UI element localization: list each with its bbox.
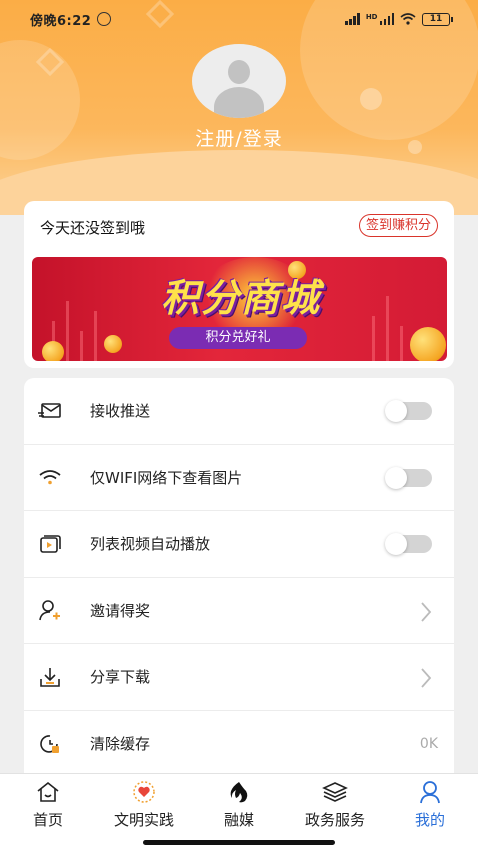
banner-decoration: [400, 326, 403, 361]
avatar-head: [228, 60, 250, 84]
status-bar: 傍晚6:22 HD 11: [0, 0, 478, 38]
login-register-link[interactable]: 注册/登录: [0, 124, 478, 151]
tab-label: 政务服务: [304, 811, 365, 829]
push-toggle[interactable]: [385, 400, 432, 422]
banner-decoration: [386, 296, 389, 361]
header-decoration: [360, 88, 382, 110]
setting-label: 清除缓存: [90, 735, 151, 754]
download-icon: [38, 665, 62, 689]
checkin-button[interactable]: 签到赚积分: [358, 214, 438, 237]
banner-subtitle: 积分兑好礼: [169, 327, 307, 349]
tab-label: 首页: [32, 811, 63, 829]
autoplay-toggle[interactable]: [385, 533, 432, 555]
home-icon: [36, 780, 60, 804]
tab-government-services[interactable]: 政务服务: [287, 780, 383, 830]
banner-decoration: [94, 311, 97, 361]
wifi-icon: [38, 465, 62, 489]
bottom-tab-bar: 首页 文明实践 融媒 政务服务 我的: [0, 773, 478, 850]
coin-icon: [410, 327, 446, 361]
heart-badge-icon: [131, 780, 157, 804]
setting-label: 仅WIFI网络下查看图片: [90, 468, 243, 487]
banner-decoration: [66, 301, 69, 361]
checkin-card: 今天还没签到哦 签到赚积分 积分商城 积分兑好礼: [24, 201, 454, 368]
chevron-right-icon: [421, 601, 432, 622]
tab-home[interactable]: 首页: [0, 780, 96, 830]
banner-decoration: [372, 316, 375, 361]
setting-row-push: 接收推送: [24, 378, 454, 445]
wifi-images-toggle[interactable]: [385, 466, 432, 489]
home-indicator[interactable]: [143, 840, 335, 845]
avatar-body: [214, 87, 264, 118]
signal-label: HD: [365, 12, 378, 21]
coin-icon: [42, 341, 64, 361]
setting-row-clear-cache[interactable]: 清除缓存 0K: [24, 711, 454, 778]
tab-civilization-practice[interactable]: 文明实践: [96, 780, 192, 830]
tab-media[interactable]: 融媒: [191, 780, 287, 830]
flame-icon: [228, 780, 250, 804]
setting-label: 邀请得奖: [90, 601, 151, 620]
tab-label: 我的: [414, 811, 445, 829]
points-mall-banner[interactable]: 积分商城 积分兑好礼: [32, 257, 447, 361]
clear-cache-icon: [38, 732, 62, 756]
setting-row-wifi-images: 仅WIFI网络下查看图片: [24, 445, 454, 511]
alarm-icon: [97, 12, 112, 26]
banner-decoration: [80, 331, 83, 361]
cache-size-value: 0K: [419, 735, 438, 752]
tab-mine[interactable]: 我的: [382, 780, 478, 830]
setting-row-invite[interactable]: 邀请得奖: [24, 578, 454, 644]
signal-icon: [345, 13, 360, 25]
setting-label: 列表视频自动播放: [90, 535, 211, 554]
user-icon: [419, 780, 441, 804]
coin-icon: [104, 335, 122, 353]
setting-label: 接收推送: [90, 402, 151, 421]
settings-list: 接收推送 仅WIFI网络下查看图片 列表视频自动播放 邀请得奖 分享下载 清除缓…: [24, 378, 454, 778]
tab-label: 文明实践: [113, 811, 174, 829]
envelope-icon: [38, 399, 62, 423]
video-play-icon: [38, 532, 62, 556]
checkin-prompt: 今天还没签到哦: [40, 219, 146, 237]
signal-icon: [379, 13, 394, 25]
battery-icon: 11: [422, 12, 453, 26]
status-time: 傍晚6:22: [30, 13, 92, 29]
avatar[interactable]: [192, 44, 286, 118]
setting-row-autoplay: 列表视频自动播放: [24, 511, 454, 578]
banner-title: 积分商城: [160, 276, 321, 320]
tab-label: 融媒: [223, 811, 254, 829]
invite-user-icon: [38, 598, 62, 622]
setting-row-share-download[interactable]: 分享下载: [24, 644, 454, 711]
wifi-status-icon: [400, 13, 416, 25]
setting-label: 分享下载: [90, 668, 151, 687]
chevron-right-icon: [421, 668, 432, 688]
layers-icon: [322, 780, 348, 804]
